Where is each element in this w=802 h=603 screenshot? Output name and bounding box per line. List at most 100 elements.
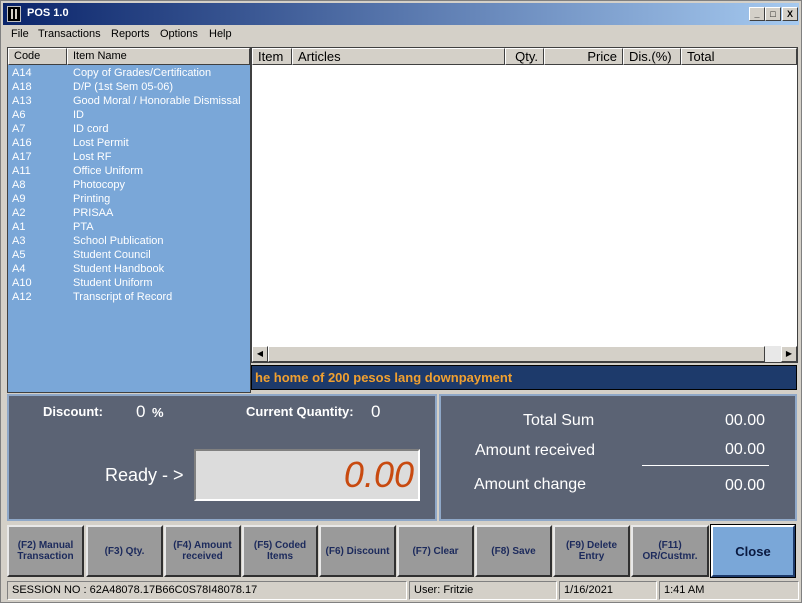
item-name: Transcript of Record [73, 291, 173, 303]
close-window-button[interactable]: X [782, 7, 798, 21]
list-item[interactable]: A11 Office Uniform [8, 164, 250, 178]
item-name: Student Handbook [73, 263, 165, 275]
list-item[interactable]: A3 School Publication [8, 234, 250, 248]
item-name: Lost Permit [73, 137, 129, 149]
totals-divider [642, 465, 769, 466]
scroll-right-icon[interactable]: ▶ [781, 346, 797, 362]
manual-transaction-button[interactable]: (F2) Manual Transaction [7, 525, 84, 577]
discount-unit: % [152, 405, 164, 420]
delete-entry-button[interactable]: (F9) Delete Entry [553, 525, 630, 577]
item-name: Copy of Grades/Certification [73, 67, 212, 79]
list-item[interactable]: A12 Transcript of Record [8, 290, 250, 304]
list-item[interactable]: A5 Student Council [8, 248, 250, 262]
column-price[interactable]: Price [544, 48, 623, 65]
list-item[interactable]: A18 D/P (1st Sem 05-06) [8, 80, 250, 94]
column-item-name[interactable]: Item Name [67, 48, 250, 65]
list-item[interactable]: A14 Copy of Grades/Certification [8, 66, 250, 80]
list-item[interactable]: A9 Printing [8, 192, 250, 206]
window-title: POS 1.0 [27, 7, 69, 19]
item-code: A2 [12, 207, 26, 219]
maximize-button[interactable]: □ [765, 7, 781, 21]
item-code: A8 [12, 179, 26, 191]
menu-bar: File Transactions Reports Options Help [3, 26, 799, 45]
list-item[interactable]: A16 Lost Permit [8, 136, 250, 150]
save-button[interactable]: (F8) Save [475, 525, 552, 577]
item-name: ID cord [73, 123, 109, 135]
item-code: A6 [12, 109, 26, 121]
scroll-left-icon[interactable]: ◀ [252, 346, 268, 362]
amount-change-label: Amount change [474, 476, 587, 493]
list-item[interactable]: A8 Photocopy [8, 178, 250, 192]
amount-received-label: Amount received [475, 442, 596, 459]
menu-transactions[interactable]: Transactions [38, 28, 101, 40]
menu-reports[interactable]: Reports [111, 28, 150, 40]
status-date: 1/16/2021 [559, 581, 657, 600]
list-item[interactable]: A4 Student Handbook [8, 262, 250, 276]
item-code: A10 [12, 277, 32, 289]
menu-file[interactable]: File [11, 28, 29, 40]
minimize-button[interactable]: _ [749, 7, 765, 21]
app-icon [7, 6, 21, 22]
item-code: A16 [12, 137, 32, 149]
item-name: Student Council [73, 249, 151, 261]
column-discount[interactable]: Dis.(%) [623, 48, 681, 65]
item-code: A12 [12, 291, 32, 303]
list-item[interactable]: A17 Lost RF [8, 150, 250, 164]
item-code: A1 [12, 221, 26, 233]
pos-window: POS 1.0 _ □ X File Transactions Reports … [0, 0, 802, 603]
list-item[interactable]: A6 ID [8, 108, 250, 122]
coded-items-button[interactable]: (F5) Coded Items [242, 525, 318, 577]
amount-change-value: 00.00 [724, 477, 765, 494]
list-item[interactable]: A2 PRISAA [8, 206, 250, 220]
horizontal-scrollbar[interactable]: ◀ ▶ [252, 346, 797, 362]
item-name: Office Uniform [73, 165, 144, 177]
list-item[interactable]: A10 Student Uniform [8, 276, 250, 290]
clear-button[interactable]: (F7) Clear [397, 525, 474, 577]
quantity-button[interactable]: (F3) Qty. [86, 525, 163, 577]
item-code: A14 [12, 67, 32, 79]
item-code: A17 [12, 151, 32, 163]
title-bar[interactable]: POS 1.0 _ □ X [3, 3, 799, 25]
or-customer-button[interactable]: (F11) OR/Custmr. [631, 525, 709, 577]
item-code: A11 [12, 165, 31, 177]
item-name: PTA [73, 221, 94, 233]
column-qty[interactable]: Qty. [505, 48, 544, 65]
column-code[interactable]: Code [8, 48, 67, 65]
item-code: A7 [12, 123, 26, 135]
scroll-thumb[interactable] [268, 346, 765, 362]
status-time: 1:41 AM [659, 581, 799, 600]
discount-button[interactable]: (F6) Discount [319, 525, 396, 577]
list-item[interactable]: A13 Good Moral / Honorable Dismissal [8, 94, 250, 108]
user-name: User: Fritzie [409, 581, 557, 600]
ready-label: Ready - > [105, 465, 184, 485]
total-sum-value: 00.00 [724, 412, 765, 429]
column-articles[interactable]: Articles [292, 48, 505, 65]
articles-grid[interactable]: Item Articles Qty. Price Dis.(%) Total ◀… [251, 47, 798, 363]
item-name: Student Uniform [73, 277, 153, 289]
item-list-header: Code Item Name [8, 48, 250, 65]
column-total[interactable]: Total [681, 48, 797, 65]
item-name: Good Moral / Honorable Dismissal [73, 95, 241, 107]
item-name: D/P (1st Sem 05-06) [73, 81, 174, 93]
totals-panel: Total Sum 00.00 Amount received 00.00 Am… [439, 394, 797, 521]
menu-options[interactable]: Options [160, 28, 198, 40]
menu-help[interactable]: Help [209, 28, 232, 40]
marquee-banner: he home of 200 pesos lang downpayment [251, 365, 797, 390]
amount-display: 0.00 [194, 449, 420, 501]
item-name: PRISAA [73, 207, 114, 219]
close-button[interactable]: Close [710, 524, 796, 578]
amount-received-button[interactable]: (F4) Amount received [164, 525, 241, 577]
list-item[interactable]: A1 PTA [8, 220, 250, 234]
total-sum-label: Total Sum [523, 412, 595, 429]
status-bar: SESSION NO : 62A48078.17B66C0S78I48078.1… [3, 580, 799, 601]
item-name: School Publication [73, 235, 164, 247]
column-item[interactable]: Item [252, 48, 292, 65]
item-code: A18 [12, 81, 32, 93]
item-code: A4 [12, 263, 26, 275]
item-name: Photocopy [73, 179, 125, 191]
list-item[interactable]: A7 ID cord [8, 122, 250, 136]
item-list[interactable]: Code Item Name A14 Copy of Grades/Certifi… [7, 47, 251, 393]
quantity-label: Current Quantity: [246, 404, 354, 419]
item-name: Lost RF [73, 151, 112, 163]
info-panel: Discount: 0 % Current Quantity: 0 Ready … [7, 394, 437, 521]
